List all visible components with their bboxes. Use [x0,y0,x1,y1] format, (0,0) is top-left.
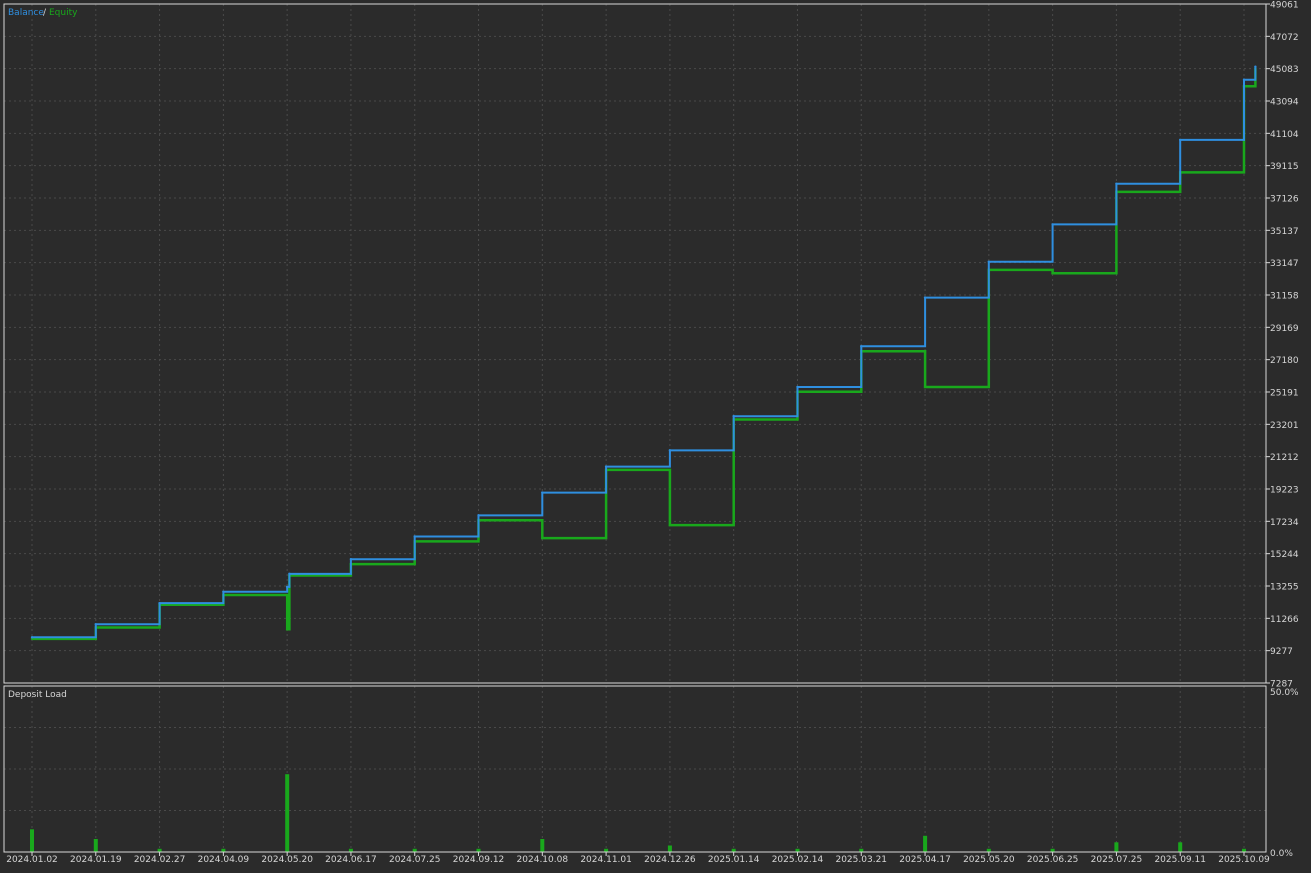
series-balance-point [30,636,34,639]
deposit-load-bar [93,839,98,852]
x-tick-label: 2024.04.09 [198,855,250,865]
x-tick-label: 2025.01.14 [708,855,760,865]
x-tick-label: 2025.09.11 [1154,855,1206,865]
x-tick-label: 2024.11.01 [580,855,632,865]
series-balance-point [413,535,416,538]
series-balance-point [222,590,225,593]
deposit-load-max-label: 50.0% [1270,688,1299,698]
y-tick-label: 21212 [1270,453,1299,463]
y-tick-label: 19223 [1270,485,1299,495]
y-tick-label: 31158 [1270,291,1299,301]
series-balance-point [1254,65,1257,68]
series-balance-point [923,296,927,299]
series-balance-point [1242,78,1246,81]
series-balance-point [1115,182,1118,185]
deposit-load-bar [285,774,290,852]
series-balance-point [94,623,97,626]
x-tick-label: 2024.01.02 [6,855,58,865]
deposit-load-title: Deposit Load [8,690,67,700]
x-tick-label: 2025.03.21 [835,855,887,865]
series-equity-point [285,627,289,631]
x-tick-label: 2024.01.19 [70,855,122,865]
series-balance-point [987,260,991,264]
series-balance-point [477,514,480,517]
series-balance-point [288,572,291,576]
series-balance-point [285,585,289,589]
x-tick-label: 2024.10.08 [517,855,569,865]
deposit-load-bar [923,835,928,852]
x-tick-label: 2024.05.20 [261,855,313,865]
series-balance-point [604,465,608,468]
series-equity-point [668,523,672,527]
strategy-tester-graph: 2024.01.02 2024.01.19 2024.02.27 2024.04.09… [0,0,1311,869]
series-balance-point [1051,223,1054,226]
x-tick-label: 2024.12.26 [644,855,696,865]
x-tick-label: 2025.05.20 [963,855,1015,865]
x-tick-label: 2025.04.17 [899,855,951,865]
series-balance-point [732,415,735,418]
y-tick-label: 37126 [1270,194,1299,204]
deposit-load-min-label: 0.0% [1270,849,1293,859]
y-tick-label: 41104 [1270,130,1299,140]
x-tick-label: 2025.06.25 [1027,855,1079,865]
deposit-load-bar [30,829,34,852]
y-tick-label: 35137 [1270,227,1299,237]
y-tick-label: 13255 [1270,582,1299,592]
y-tick-label: 45083 [1270,65,1299,75]
y-tick-label: 39115 [1270,162,1299,172]
series-equity-point [1051,271,1054,275]
deposit-load-bar [1178,842,1183,852]
y-tick-label: 33147 [1270,259,1299,269]
y-tick-label: 17234 [1270,518,1299,528]
deposit-load-bar [1114,842,1119,852]
series-equity-point [541,536,544,540]
series-balance-point [158,601,161,605]
y-tick-label: 47072 [1270,33,1299,43]
series-balance-point [668,449,672,452]
deposit-load-bar [667,845,672,852]
y-tick-label: 23201 [1270,421,1299,431]
x-tick-label: 2024.02.27 [134,855,186,865]
y-tick-label: 27180 [1270,356,1299,366]
y-tick-label: 15244 [1270,550,1299,560]
y-tick-label: 9277 [1270,647,1293,657]
series-balance-point [541,491,544,494]
series-balance-point [796,385,799,389]
x-tick-label: 2025.07.25 [1091,855,1143,865]
series-balance-point [1179,138,1182,142]
x-tick-label: 2024.06.17 [325,855,377,865]
y-tick-label: 25191 [1270,388,1299,398]
deposit-load-bar [540,839,545,852]
chart-background [0,0,1311,869]
y-tick-label: 29169 [1270,324,1299,334]
x-tick-label: 2025.02.14 [772,855,824,865]
series-balance-point [860,345,863,348]
y-tick-label: 43094 [1270,97,1299,107]
legend-equity: Equity [49,8,78,18]
legend-balance: Balance [8,8,44,18]
x-tick-label: 2024.07.25 [389,855,441,865]
y-tick-label: 11266 [1270,615,1299,625]
x-tick-label: 2025.10.09 [1218,855,1270,865]
chart-canvas: 2024.01.02 2024.01.19 2024.02.27 2024.04.09… [0,0,1311,869]
y-tick-label: 49061 [1270,1,1299,11]
series-balance-point [349,558,353,561]
series-equity-point [923,385,927,389]
x-tick-label: 2024.09.12 [453,855,505,865]
